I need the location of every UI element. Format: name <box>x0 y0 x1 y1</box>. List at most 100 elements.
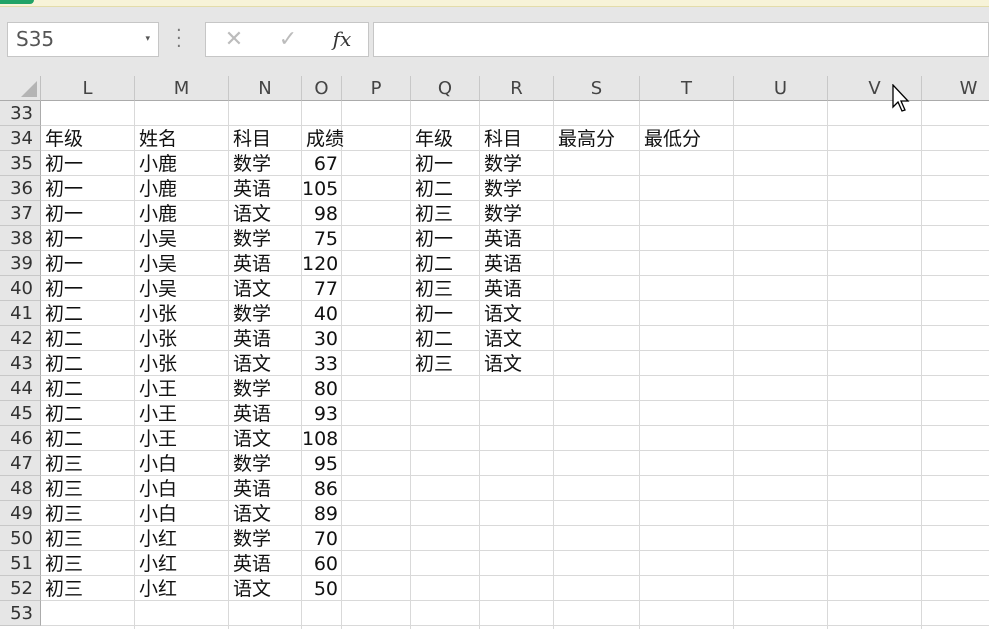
column-header-l[interactable]: L <box>41 76 135 101</box>
row-header-53[interactable]: 53 <box>0 601 41 626</box>
cell[interactable]: 初二 <box>41 426 135 451</box>
cell[interactable]: 60 <box>302 551 342 576</box>
cell[interactable]: 数学 <box>229 526 302 551</box>
drag-handle-icon[interactable]: · · · <box>176 22 182 56</box>
row-header-49[interactable]: 49 <box>0 501 41 526</box>
cell[interactable]: 初二 <box>41 351 135 376</box>
cell[interactable]: 120 <box>302 251 342 276</box>
column-header-s[interactable]: S <box>554 76 640 101</box>
cell[interactable]: 数学 <box>229 451 302 476</box>
cell[interactable]: 小鹿 <box>135 176 229 201</box>
cell[interactable]: 小红 <box>135 551 229 576</box>
row-header-39[interactable]: 39 <box>0 251 41 276</box>
cell[interactable]: 语文 <box>229 201 302 226</box>
cell[interactable]: 数学 <box>480 176 554 201</box>
cell[interactable]: 77 <box>302 276 342 301</box>
column-header-o[interactable]: O <box>302 76 342 101</box>
select-all-corner[interactable] <box>0 76 41 101</box>
cell[interactable]: 初三 <box>41 501 135 526</box>
row-header-40[interactable]: 40 <box>0 276 41 301</box>
row-header-46[interactable]: 46 <box>0 426 41 451</box>
cell[interactable]: 初一 <box>411 226 480 251</box>
cell[interactable]: 语文 <box>480 351 554 376</box>
cell[interactable]: 语文 <box>229 276 302 301</box>
cell[interactable]: 小鹿 <box>135 201 229 226</box>
cell[interactable]: 数学 <box>480 201 554 226</box>
cell[interactable]: 105 <box>302 176 342 201</box>
cell[interactable]: 30 <box>302 326 342 351</box>
row-header-43[interactable]: 43 <box>0 351 41 376</box>
cell[interactable]: 语文 <box>229 501 302 526</box>
cell[interactable]: 小张 <box>135 351 229 376</box>
cell[interactable]: 89 <box>302 501 342 526</box>
row-header-34[interactable]: 34 <box>0 126 41 151</box>
cell[interactable]: 小白 <box>135 451 229 476</box>
cell[interactable]: 年级 <box>41 126 135 151</box>
cell[interactable]: 小红 <box>135 526 229 551</box>
enter-icon[interactable]: ✓ <box>268 23 308 56</box>
cell[interactable]: 数学 <box>229 226 302 251</box>
column-header-m[interactable]: M <box>135 76 229 101</box>
cell[interactable]: 初一 <box>41 201 135 226</box>
cell[interactable]: 初一 <box>41 251 135 276</box>
row-header-35[interactable]: 35 <box>0 151 41 176</box>
cell[interactable]: 数学 <box>229 151 302 176</box>
cell[interactable]: 小王 <box>135 376 229 401</box>
cell[interactable]: 英语 <box>229 476 302 501</box>
cell[interactable]: 50 <box>302 576 342 601</box>
cell[interactable]: 数学 <box>480 151 554 176</box>
cell[interactable]: 初三 <box>41 551 135 576</box>
row-header-50[interactable]: 50 <box>0 526 41 551</box>
cell[interactable]: 英语 <box>480 276 554 301</box>
cell[interactable]: 初三 <box>41 451 135 476</box>
cell[interactable]: 初三 <box>41 476 135 501</box>
column-header-n[interactable]: N <box>229 76 302 101</box>
cell[interactable]: 小吴 <box>135 251 229 276</box>
cell[interactable]: 95 <box>302 451 342 476</box>
cell[interactable]: 初一 <box>41 151 135 176</box>
row-header-47[interactable]: 47 <box>0 451 41 476</box>
cell[interactable]: 108 <box>302 426 342 451</box>
cell[interactable]: 小张 <box>135 326 229 351</box>
cell[interactable]: 小吴 <box>135 226 229 251</box>
cell[interactable]: 初二 <box>41 301 135 326</box>
column-header-w[interactable]: W <box>922 76 989 101</box>
cell[interactable]: 70 <box>302 526 342 551</box>
cell[interactable]: 初三 <box>411 351 480 376</box>
row-header-45[interactable]: 45 <box>0 401 41 426</box>
row-header-51[interactable]: 51 <box>0 551 41 576</box>
formula-input[interactable] <box>373 22 989 57</box>
cell[interactable]: 最高分 <box>554 126 640 151</box>
cell[interactable]: 初二 <box>411 326 480 351</box>
cell[interactable]: 40 <box>302 301 342 326</box>
cell[interactable]: 33 <box>302 351 342 376</box>
insert-function-icon[interactable]: fx <box>322 23 362 56</box>
cell[interactable]: 初二 <box>41 401 135 426</box>
column-header-u[interactable]: U <box>734 76 828 101</box>
cell[interactable]: 初一 <box>41 176 135 201</box>
cell[interactable]: 初二 <box>41 376 135 401</box>
column-header-p[interactable]: P <box>342 76 411 101</box>
row-header-38[interactable]: 38 <box>0 226 41 251</box>
cell[interactable]: 数学 <box>229 301 302 326</box>
cell[interactable]: 初二 <box>411 176 480 201</box>
cancel-icon[interactable]: ✕ <box>214 23 254 56</box>
cell[interactable]: 初一 <box>41 226 135 251</box>
cell[interactable]: 小红 <box>135 576 229 601</box>
cell[interactable]: 75 <box>302 226 342 251</box>
row-header-36[interactable]: 36 <box>0 176 41 201</box>
cell[interactable]: 语文 <box>229 576 302 601</box>
cell[interactable]: 英语 <box>229 176 302 201</box>
row-header-33[interactable]: 33 <box>0 101 41 126</box>
row-header-48[interactable]: 48 <box>0 476 41 501</box>
cell[interactable]: 语文 <box>480 301 554 326</box>
cell[interactable]: 初三 <box>411 276 480 301</box>
row-header-44[interactable]: 44 <box>0 376 41 401</box>
cell[interactable]: 初二 <box>41 326 135 351</box>
cell[interactable]: 初一 <box>41 276 135 301</box>
spreadsheet-grid[interactable]: L M N O P Q R S T U V W 33 34 35 36 37 38 39 40 41 42 43 44 45 46… <box>0 76 989 629</box>
cell[interactable]: 成绩 <box>302 126 344 151</box>
column-header-q[interactable]: Q <box>411 76 480 101</box>
cell[interactable]: 语文 <box>480 326 554 351</box>
row-header-42[interactable]: 42 <box>0 326 41 351</box>
